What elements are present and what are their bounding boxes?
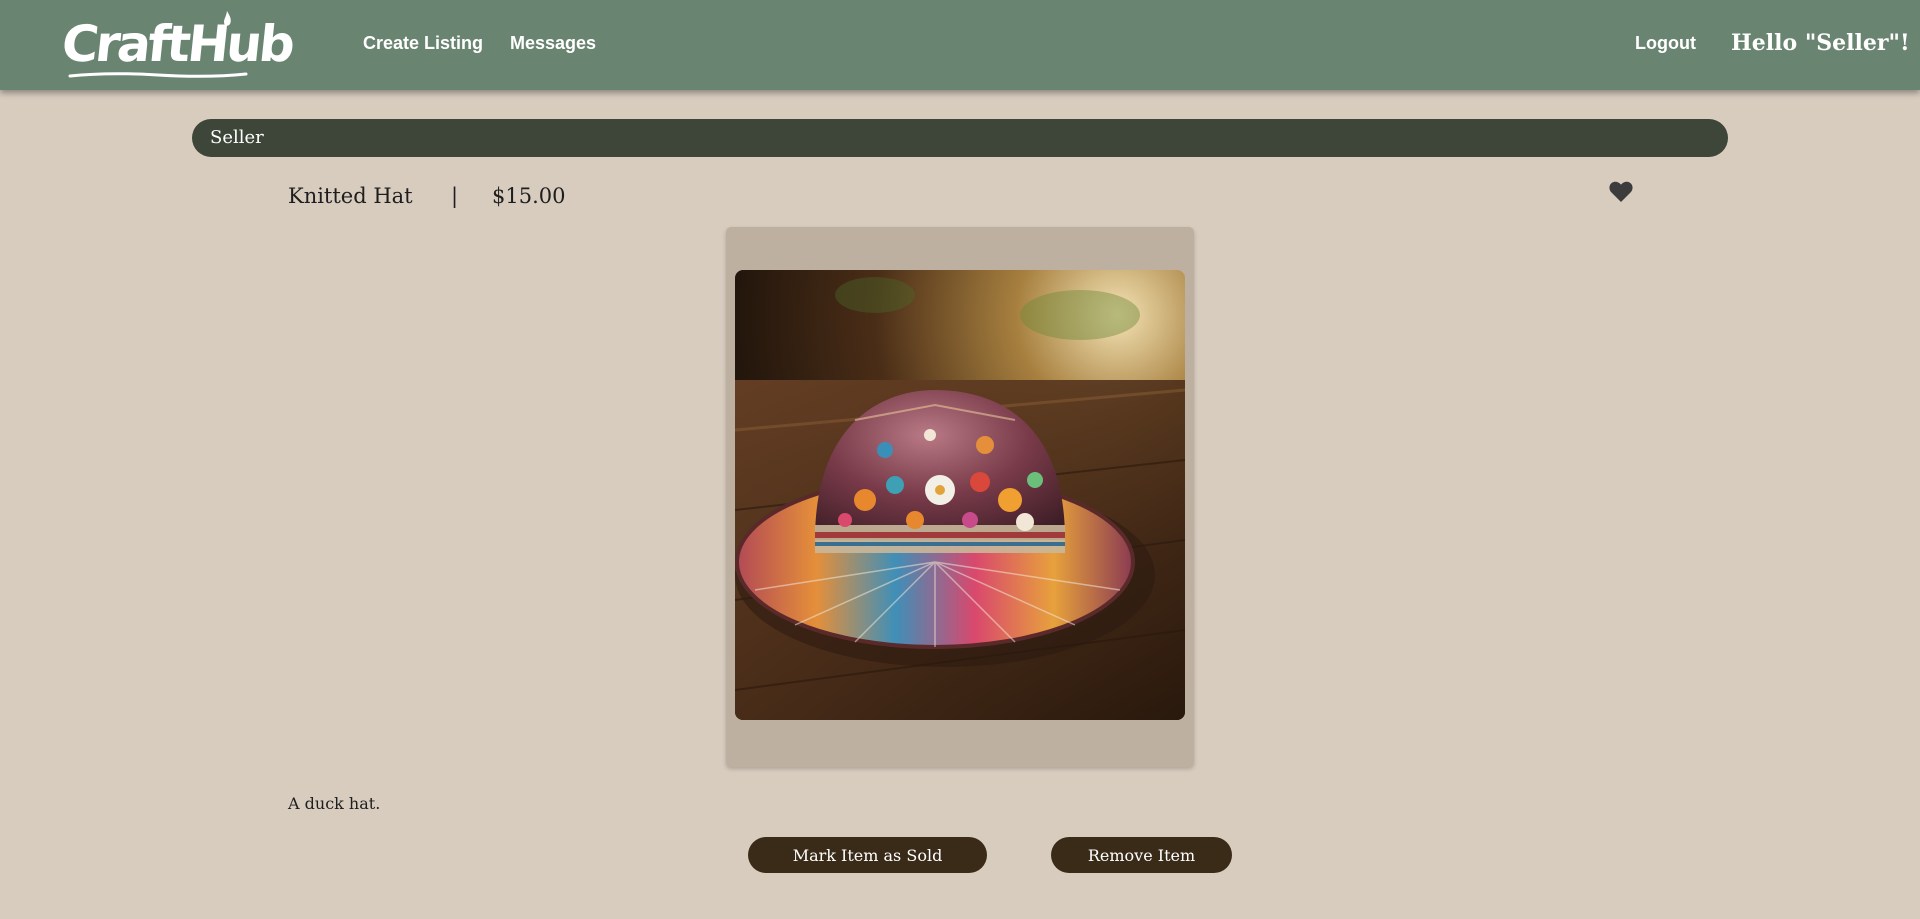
crafthub-logo[interactable]: CraftHub — [59, 10, 295, 80]
logo-text: CraftHub — [58, 15, 296, 73]
product-image[interactable] — [735, 270, 1185, 720]
remove-item-button[interactable]: Remove Item — [1051, 837, 1232, 873]
item-description: A duck hat. — [288, 794, 381, 813]
top-navbar: CraftHub Create Listing Messages Logout … — [0, 0, 1920, 90]
title-separator: | — [451, 184, 459, 208]
nav-create-listing[interactable]: Create Listing — [363, 33, 483, 54]
seller-name: Seller — [210, 127, 264, 148]
nav-messages[interactable]: Messages — [510, 33, 596, 54]
mark-sold-button[interactable]: Mark Item as Sold — [748, 837, 987, 873]
listing-title-row: Knitted Hat | $15.00 — [288, 184, 565, 208]
hat-illustration — [735, 270, 1185, 720]
flame-icon — [224, 11, 231, 26]
nav-logout[interactable]: Logout — [1635, 33, 1696, 54]
heart-icon[interactable] — [1608, 180, 1634, 204]
product-image-card — [726, 227, 1194, 767]
user-greeting: Hello "Seller"! — [1731, 30, 1910, 56]
item-price: $15.00 — [492, 184, 566, 208]
seller-bar[interactable]: Seller — [192, 119, 1728, 157]
item-title: Knitted Hat — [288, 184, 413, 208]
logo-underline — [68, 72, 248, 78]
